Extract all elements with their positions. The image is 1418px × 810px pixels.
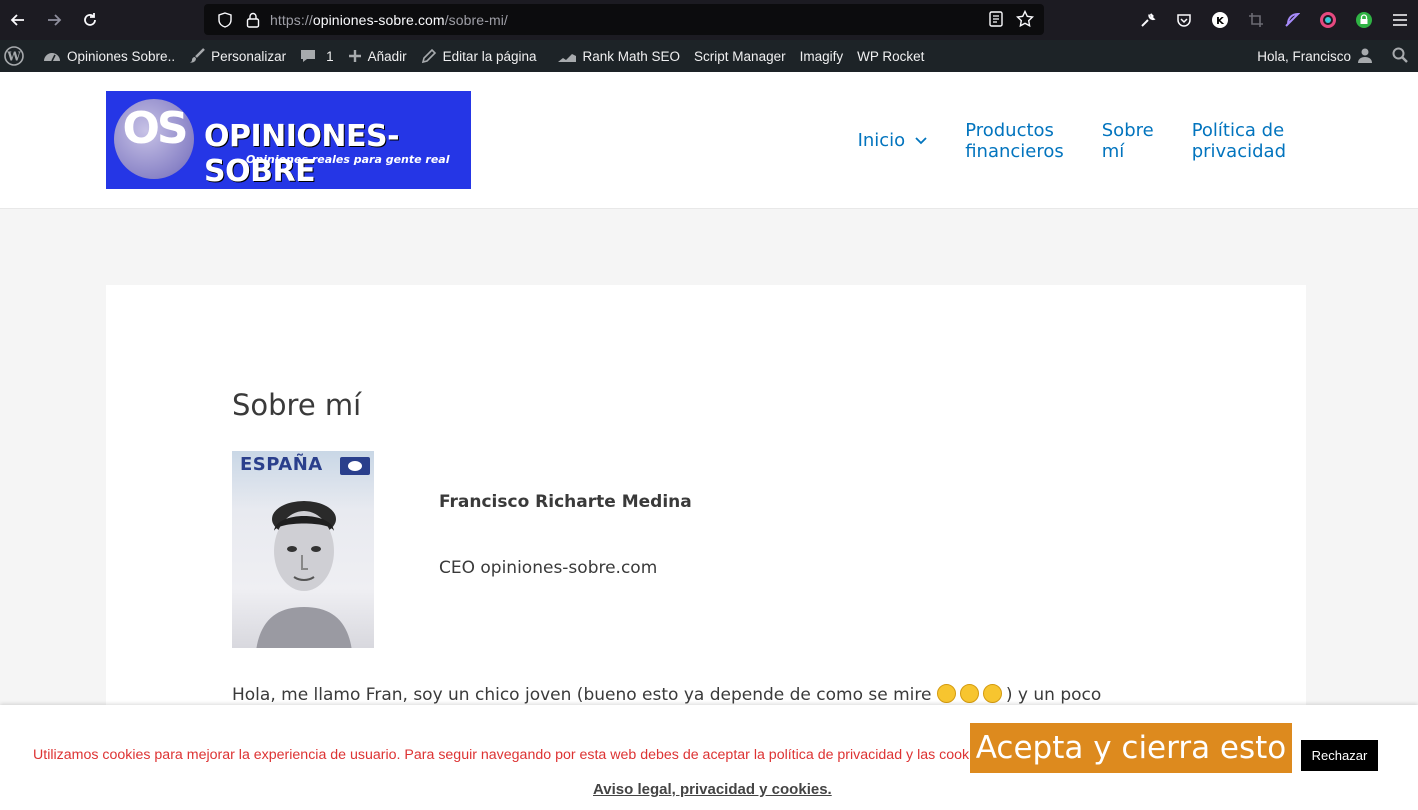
menu-item-productos-financieros[interactable]: Productos financieros — [965, 120, 1064, 162]
svg-text:K: K — [1216, 16, 1225, 27]
pocket-icon[interactable] — [1166, 0, 1202, 40]
extensions-area: K — [1130, 0, 1418, 40]
portrait-image — [256, 501, 352, 648]
svg-text:W: W — [6, 50, 21, 64]
site-logo[interactable]: OS OPINIONES-SOBRE Opiniones reales para… — [106, 91, 471, 189]
wordpress-logo-button[interactable]: W — [0, 40, 28, 72]
logo-monogram: OS — [122, 103, 188, 154]
menu-item-label: Inicio — [857, 130, 906, 151]
cookie-message: Utilizamos cookies para mejorar la exper… — [33, 747, 992, 763]
photo-country-label: ESPAÑA — [240, 454, 323, 475]
script-manager-label: Script Manager — [694, 48, 786, 64]
wrench-icon[interactable] — [1130, 0, 1166, 40]
author-role: CEO opiniones-sobre.com — [439, 558, 658, 578]
comments-link[interactable]: 1 — [293, 40, 341, 72]
lock-icon[interactable] — [242, 12, 264, 28]
reader-view-icon[interactable] — [988, 10, 1004, 33]
author-photo: ESPAÑA — [232, 451, 374, 648]
page-title: Sobre mí — [232, 388, 362, 422]
admin-search-button[interactable] — [1380, 40, 1418, 72]
search-icon — [1392, 47, 1408, 66]
menu-item-sobre-mi[interactable]: Sobre mí — [1102, 120, 1154, 162]
edit-page-link[interactable]: Editar la página — [414, 40, 544, 72]
site-header: OS OPINIONES-SOBRE Opiniones reales para… — [0, 72, 1418, 209]
laughing-emoji-icon — [959, 684, 979, 703]
arrow-right-icon — [48, 14, 62, 26]
rank-math-link[interactable]: Rank Math SEO — [550, 40, 688, 72]
laughing-emoji-icon — [982, 684, 1002, 703]
url-text: https://opiniones-sobre.com/sobre-mi/ — [270, 11, 508, 28]
intro-paragraph: Hola, me llamo Fran, soy un chico joven … — [232, 684, 1101, 705]
wp-rocket-link[interactable]: WP Rocket — [850, 40, 931, 72]
bookmark-star-icon[interactable] — [1015, 9, 1035, 33]
edit-page-label: Editar la página — [442, 48, 537, 64]
wp-rocket-label: WP Rocket — [857, 48, 925, 64]
reject-cookies-button[interactable]: Rechazar — [1301, 740, 1378, 771]
customize-link[interactable]: Personalizar — [182, 40, 293, 72]
logo-tagline: Opiniones reales para gente real — [246, 153, 450, 166]
reload-button[interactable] — [72, 0, 108, 40]
wordpress-icon: W — [4, 46, 24, 66]
site-name-link[interactable]: Opiniones Sobre.. — [36, 40, 182, 72]
shield-icon[interactable] — [214, 11, 236, 28]
site-name-label: Opiniones Sobre.. — [67, 48, 176, 64]
legal-notice-link[interactable]: Aviso legal, privacidad y cookies. — [593, 781, 832, 798]
customize-label: Personalizar — [211, 48, 287, 64]
add-new-label: Añadir — [367, 48, 407, 64]
arrow-left-icon — [10, 14, 24, 26]
accept-cookies-button[interactable]: Acepta y cierra esto — [970, 723, 1292, 773]
crop-icon[interactable] — [1238, 0, 1274, 40]
feather-icon[interactable] — [1274, 0, 1310, 40]
menu-item-politica-privacidad[interactable]: Política de privacidad — [1192, 120, 1286, 162]
comment-bubble-icon — [300, 48, 316, 64]
imagify-link[interactable]: Imagify — [793, 40, 851, 72]
intro-text-end: ) y un poco — [1005, 685, 1102, 705]
eu-emblem-icon — [340, 457, 370, 475]
intro-text-start: Hola, me llamo Fran, soy un chico joven … — [232, 685, 937, 705]
lock-extension-icon[interactable] — [1346, 0, 1382, 40]
browser-toolbar: https://opiniones-sobre.com/sobre-mi/ K — [0, 0, 1418, 40]
dashboard-icon — [43, 48, 61, 64]
user-avatar-icon — [1357, 47, 1373, 66]
k-extension-icon[interactable]: K — [1202, 0, 1238, 40]
plus-icon — [348, 49, 362, 63]
menu-item-label: Productos financieros — [965, 119, 1064, 162]
add-new-link[interactable]: Añadir — [341, 40, 414, 72]
menu-item-inicio[interactable]: Inicio — [858, 130, 928, 151]
paintbrush-icon — [189, 48, 205, 64]
hamburger-menu-icon[interactable] — [1382, 0, 1418, 40]
reload-icon — [84, 13, 96, 26]
address-bar[interactable]: https://opiniones-sobre.com/sobre-mi/ — [204, 4, 1044, 35]
chevron-down-icon[interactable] — [915, 136, 927, 145]
rank-math-label: Rank Math SEO — [582, 48, 681, 64]
forward-button[interactable] — [36, 0, 72, 40]
menu-item-label: Sobre mí — [1101, 119, 1154, 162]
imagify-label: Imagify — [799, 48, 844, 64]
cookie-consent-bar: Utilizamos cookies para mejorar la exper… — [0, 705, 1418, 810]
rank-math-icon — [557, 48, 577, 64]
comments-count: 1 — [326, 48, 334, 64]
greeting-label: Hola, Francisco — [1257, 48, 1351, 64]
script-manager-link[interactable]: Script Manager — [687, 40, 793, 72]
laughing-emoji-icon — [936, 684, 956, 703]
wp-admin-bar: W Opiniones Sobre.. Personalizar 1 Añadi… — [0, 40, 1418, 72]
back-button[interactable] — [0, 0, 36, 40]
author-name: Francisco Richarte Medina — [439, 492, 692, 512]
user-account-link[interactable]: Hola, Francisco — [1250, 40, 1380, 72]
pencil-icon — [421, 48, 437, 64]
color-picker-icon[interactable] — [1310, 0, 1346, 40]
menu-item-label: Política de privacidad — [1191, 119, 1286, 162]
